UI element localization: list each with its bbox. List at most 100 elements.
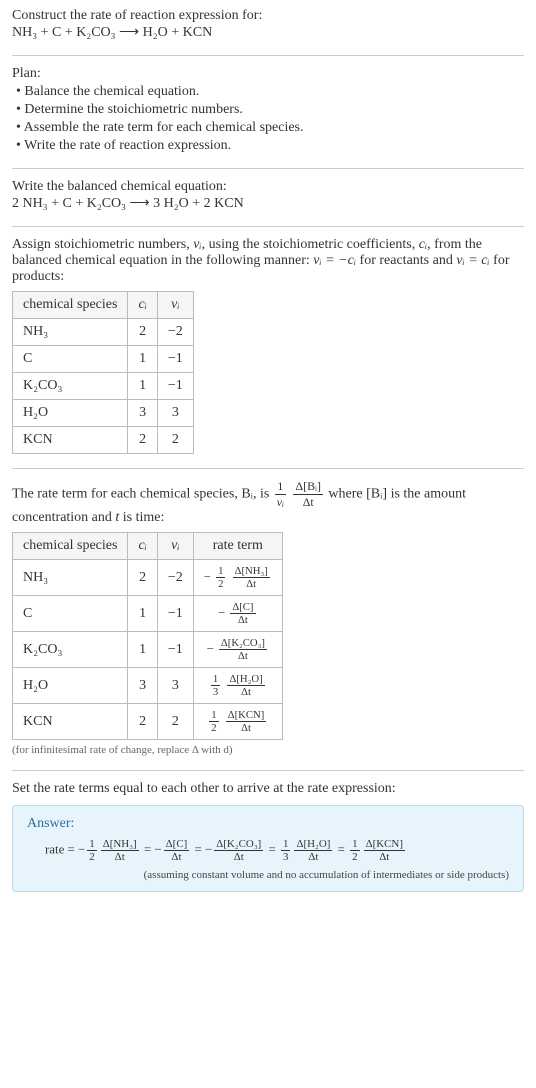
denominator: 2: [209, 722, 218, 734]
numerator: Δ[K₂CO₃]: [219, 637, 267, 650]
cell-c: 1: [128, 632, 157, 668]
table-header-row: chemical species cᵢ νᵢ: [13, 292, 194, 319]
plan-item: • Determine the stoichiometric numbers.: [16, 102, 524, 118]
cell-rate-term: − Δ[C]Δt: [193, 596, 282, 632]
cell-species: H₂O: [13, 400, 128, 427]
table-row: KCN22: [13, 427, 194, 454]
numerator: 1: [211, 673, 220, 686]
numerator: 1: [216, 565, 225, 578]
cell-rate-term: − Δ[K₂CO₃]Δt: [193, 632, 282, 668]
answer-label: Answer:: [27, 816, 509, 832]
col-rate-term: rate term: [193, 533, 282, 560]
cell-rate-term: 13 Δ[H₂O]Δt: [193, 668, 282, 704]
fraction-delta-b: Δ[Bᵢ]Δt: [293, 479, 322, 510]
col-nui: νᵢ: [157, 292, 193, 319]
table-row: NH₃ 2 −2 − 12 Δ[NH₃]Δt: [13, 560, 283, 596]
table-row: H₂O 3 3 13 Δ[H₂O]Δt: [13, 668, 283, 704]
col-nui: νᵢ: [157, 533, 193, 560]
cell-nu: −2: [157, 319, 193, 346]
cell-c: 1: [128, 346, 157, 373]
col-species: chemical species: [13, 533, 128, 560]
c-symbol: cᵢ: [419, 237, 427, 252]
cell-c: 2: [128, 560, 157, 596]
text: is time:: [119, 510, 164, 525]
table-row: H₂O33: [13, 400, 194, 427]
cell-c: 2: [128, 319, 157, 346]
answer-note: (assuming constant volume and no accumul…: [27, 869, 509, 881]
cell-nu: −2: [157, 560, 193, 596]
divider: [12, 226, 524, 227]
cell-c: 3: [128, 668, 157, 704]
col-ci: cᵢ: [128, 533, 157, 560]
delta-frac: Δ[H₂O]Δt: [227, 673, 264, 698]
cell-species: K₂CO₃: [13, 373, 128, 400]
table-header-row: chemical species cᵢ νᵢ rate term: [13, 533, 283, 560]
cell-nu: −1: [157, 596, 193, 632]
plan-item: • Write the rate of reaction expression.: [16, 138, 524, 154]
coef-frac: 12: [216, 565, 225, 590]
cell-nu: 3: [157, 668, 193, 704]
divider: [12, 770, 524, 771]
table-row: NH₃2−2: [13, 319, 194, 346]
table-row: K₂CO₃1−1: [13, 373, 194, 400]
rule-products: νᵢ = cᵢ: [456, 253, 489, 268]
cell-nu: −1: [157, 373, 193, 400]
stoich-table: chemical species cᵢ νᵢ NH₃2−2 C1−1 K₂CO₃…: [12, 291, 194, 454]
coef-frac: 12: [209, 709, 218, 734]
denominator: Δt: [226, 722, 267, 734]
nu-symbol: νᵢ: [193, 237, 201, 252]
cell-nu: 3: [157, 400, 193, 427]
numerator: Δ[KCN]: [226, 709, 267, 722]
cell-c: 1: [128, 596, 157, 632]
cell-nu: 2: [157, 704, 193, 740]
page-title: Construct the rate of reaction expressio…: [12, 8, 524, 24]
col-ci: cᵢ: [128, 292, 157, 319]
denominator: Δt: [230, 614, 255, 626]
denominator: Δt: [227, 686, 264, 698]
text: The rate term for each chemical species,…: [12, 487, 273, 502]
balanced-heading: Write the balanced chemical equation:: [12, 179, 524, 195]
answer-equation: rate = −12Δ[NH₃]Δt = −Δ[C]Δt = −Δ[K₂CO₃]…: [45, 838, 509, 863]
text: for reactants and: [356, 253, 456, 268]
coef-frac: 13: [211, 673, 220, 698]
cell-species: C: [13, 346, 128, 373]
denominator: 2: [216, 578, 225, 590]
cell-species: K₂CO₃: [13, 632, 128, 668]
cell-nu: −1: [157, 632, 193, 668]
answer-box: Answer: rate = −12Δ[NH₃]Δt = −Δ[C]Δt = −…: [12, 805, 524, 892]
cell-c: 1: [128, 373, 157, 400]
sign: −: [218, 605, 225, 619]
cell-c: 3: [128, 400, 157, 427]
text: Assign stoichiometric numbers,: [12, 237, 193, 252]
plan-heading: Plan:: [12, 66, 524, 82]
divider: [12, 168, 524, 169]
sign: −: [207, 641, 214, 655]
sign: −: [204, 569, 211, 583]
delta-frac: Δ[KCN]Δt: [226, 709, 267, 734]
rule-reactants: νᵢ = −cᵢ: [313, 253, 356, 268]
plan-item: • Assemble the rate term for each chemic…: [16, 120, 524, 136]
cell-nu: −1: [157, 346, 193, 373]
numerator: Δ[Bᵢ]: [293, 479, 322, 495]
final-intro: Set the rate terms equal to each other t…: [12, 781, 524, 797]
numerator: Δ[H₂O]: [227, 673, 264, 686]
delta-frac: Δ[C]Δt: [230, 601, 255, 626]
cell-c: 2: [128, 704, 157, 740]
denominator: Δt: [293, 495, 322, 510]
cell-species: NH₃: [13, 319, 128, 346]
stoich-intro: Assign stoichiometric numbers, νᵢ, using…: [12, 237, 524, 285]
col-species: chemical species: [13, 292, 128, 319]
plan-list: • Balance the chemical equation. • Deter…: [16, 84, 524, 154]
table-row: K₂CO₃ 1 −1 − Δ[K₂CO₃]Δt: [13, 632, 283, 668]
denominator: νᵢ: [275, 495, 286, 510]
unbalanced-equation: NH₃ + C + K₂CO₃ ⟶ H₂O + KCN: [12, 24, 524, 41]
cell-species: NH₃: [13, 560, 128, 596]
delta-frac: Δ[NH₃]Δt: [233, 565, 270, 590]
cell-rate-term: − 12 Δ[NH₃]Δt: [193, 560, 282, 596]
cell-species: KCN: [13, 704, 128, 740]
table-row: C 1 −1 − Δ[C]Δt: [13, 596, 283, 632]
denominator: Δt: [219, 650, 267, 662]
numerator: Δ[C]: [230, 601, 255, 614]
numerator: Δ[NH₃]: [233, 565, 270, 578]
cell-species: H₂O: [13, 668, 128, 704]
